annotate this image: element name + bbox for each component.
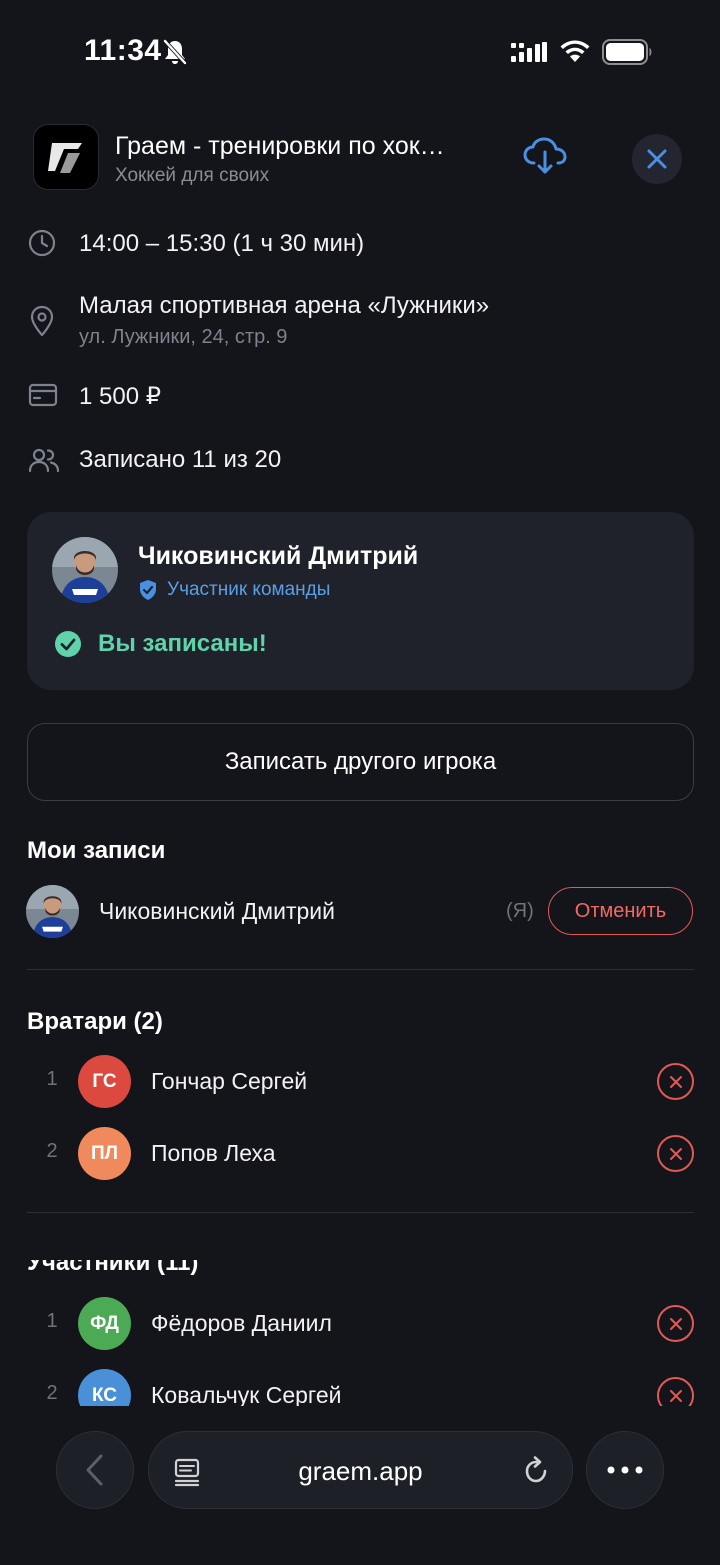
initials-avatar: ФД <box>78 1297 131 1350</box>
member-badge: Участник команды <box>138 579 330 601</box>
player-name: Попов Леха <box>151 1140 276 1166</box>
me-label: (Я) <box>506 900 534 922</box>
player-name: Гончар Сергей <box>151 1068 308 1094</box>
initials-avatar: ПЛ <box>78 1127 131 1180</box>
cloud-download-button[interactable] <box>520 134 570 178</box>
event-venue-row: Малая спортивная арена «Лужники» ул. Луж… <box>0 290 720 350</box>
venue-name: Малая спортивная арена «Лужники» <box>79 292 490 319</box>
status-time: 11:34 <box>84 34 162 67</box>
users-icon <box>28 448 60 473</box>
app-logo <box>33 124 99 190</box>
member-label: Участник команды <box>167 579 331 600</box>
my-entry-row: Чиковинский Дмитрий (Я) Отменить <box>0 884 720 938</box>
player-card: Чиковинский Дмитрий Участник команды Вы … <box>27 512 694 690</box>
browser-toolbar: graem.app <box>0 1406 720 1565</box>
x-icon <box>669 1317 682 1330</box>
mini-app-header: Граем - тренировки по хок… Хоккей для св… <box>0 120 720 194</box>
my-entry-name: Чиковинский Дмитрий <box>99 898 335 924</box>
remove-player-button[interactable] <box>657 1305 694 1342</box>
signed-label: Вы записаны! <box>98 630 267 657</box>
divider <box>27 969 694 970</box>
add-other-player-button[interactable]: Записать другого игрока <box>27 723 694 801</box>
x-icon <box>669 1389 682 1402</box>
list-item: 1 ФД Фёдоров Даниил <box>0 1296 720 1350</box>
x-icon <box>669 1075 682 1088</box>
address-bar[interactable]: graem.app <box>148 1431 573 1509</box>
initials-avatar: КС <box>78 1369 131 1406</box>
participants-title: Участники (11) <box>27 1260 199 1276</box>
back-button[interactable] <box>56 1431 134 1509</box>
event-enrolled-row: Записано 11 из 20 <box>0 444 720 478</box>
credit-card-icon <box>28 383 58 407</box>
enrolled-count: Записано 11 из 20 <box>79 446 282 473</box>
more-dots-icon <box>607 1466 643 1474</box>
row-index: 2 <box>46 1140 58 1162</box>
chevron-left-icon <box>86 1454 103 1486</box>
location-pin-icon <box>30 305 54 337</box>
avatar <box>52 537 118 603</box>
participants-section: Участники (11) 1 ФД Фёдоров Даниил 2 КС … <box>0 1260 720 1406</box>
close-button[interactable] <box>632 134 682 184</box>
bell-muted-icon <box>162 38 188 71</box>
my-entries-title: Мои записи <box>27 837 166 864</box>
list-item: 2 ПЛ Попов Леха <box>0 1126 720 1180</box>
more-options-button[interactable] <box>586 1431 664 1509</box>
goalies-title: Вратари (2) <box>27 1008 163 1035</box>
url-text: graem.app <box>298 1456 423 1486</box>
cellular-signal-icon <box>510 40 548 71</box>
remove-player-button[interactable] <box>657 1377 694 1406</box>
event-time-row: 14:00 – 15:30 (1 ч 30 мин) <box>0 228 720 262</box>
battery-icon <box>602 39 654 70</box>
divider <box>27 1212 694 1213</box>
event-time: 14:00 – 15:30 (1 ч 30 мин) <box>79 230 365 257</box>
shield-check-icon <box>140 580 156 600</box>
remove-player-button[interactable] <box>657 1063 694 1100</box>
row-index: 2 <box>46 1382 58 1404</box>
player-name: Ковальчук Сергей <box>151 1382 342 1406</box>
row-index: 1 <box>46 1068 58 1090</box>
initials-avatar: ГС <box>78 1055 131 1108</box>
reload-icon[interactable] <box>521 1456 551 1486</box>
close-icon <box>647 149 667 169</box>
event-price-row: 1 500 ₽ <box>0 380 720 414</box>
venue-address: ул. Лужники, 24, стр. 9 <box>79 326 288 348</box>
app-subtitle: Хоккей для своих <box>115 165 270 186</box>
list-item: 1 ГС Гончар Сергей <box>0 1054 720 1108</box>
player-name: Фёдоров Даниил <box>151 1310 332 1336</box>
x-icon <box>669 1147 682 1160</box>
avatar <box>26 885 79 938</box>
wifi-icon <box>558 38 592 69</box>
status-bar: 11:34 <box>0 0 720 104</box>
event-price: 1 500 ₽ <box>79 383 161 410</box>
remove-player-button[interactable] <box>657 1135 694 1172</box>
clock-icon <box>28 229 56 257</box>
cloud-download-icon <box>523 137 567 174</box>
row-index: 1 <box>46 1310 58 1332</box>
list-item: 2 КС Ковальчук Сергей <box>0 1368 720 1406</box>
app-title: Граем - тренировки по хок… <box>115 132 445 160</box>
signed-status: Вы записаны! <box>54 630 267 658</box>
player-name: Чиковинский Дмитрий <box>138 542 419 570</box>
check-circle-icon <box>55 631 81 657</box>
cancel-button[interactable]: Отменить <box>548 887 693 935</box>
